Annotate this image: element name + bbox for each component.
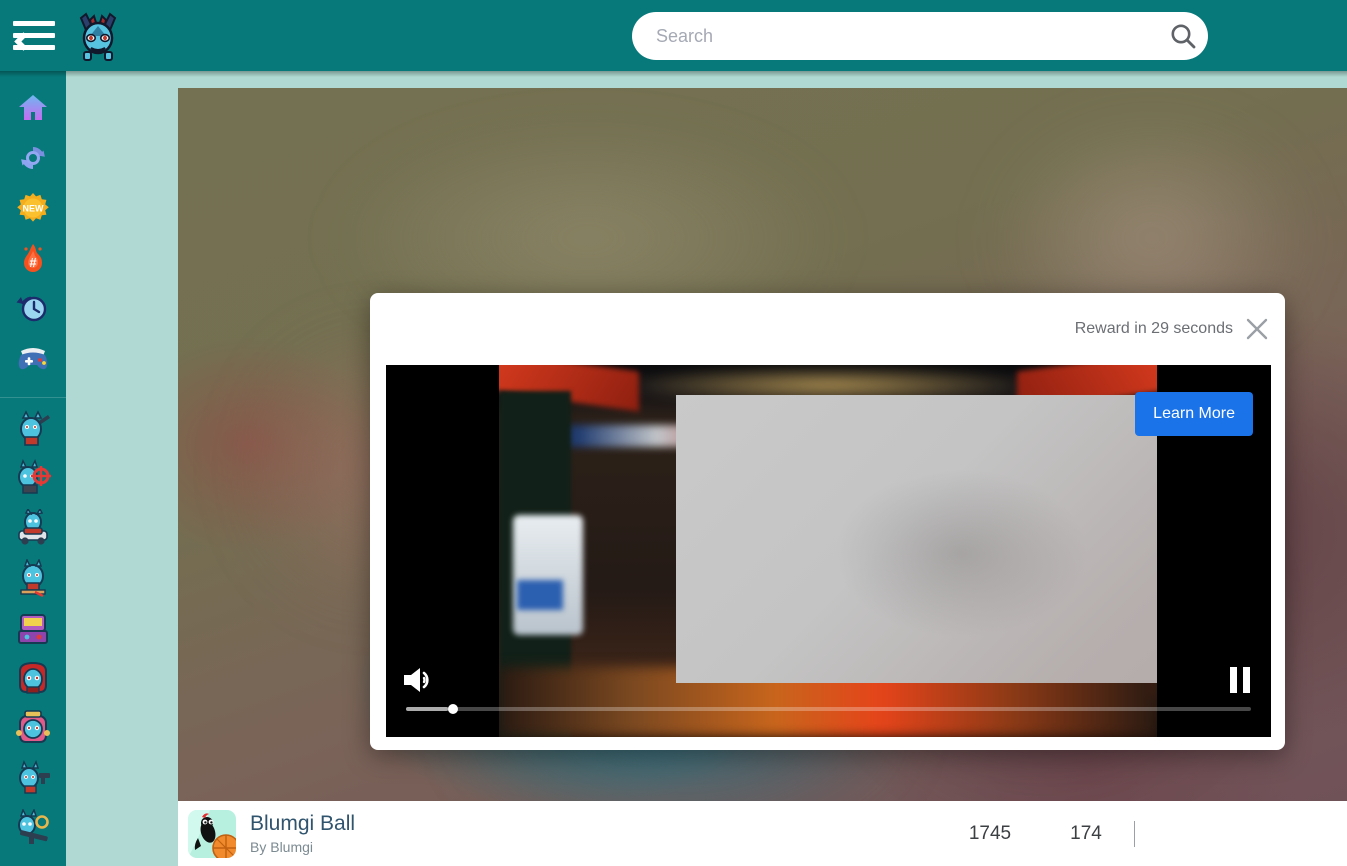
ad-modal: Reward in 29 seconds Learn More [370, 293, 1285, 750]
game-title[interactable]: Blumgi Ball [250, 812, 355, 836]
game-thumb-2[interactable] [0, 454, 66, 504]
plays-count: 1745 [968, 822, 1012, 844]
close-icon[interactable] [1243, 315, 1271, 343]
blurred-content-overlay [676, 395, 1157, 683]
pause-icon[interactable] [1223, 663, 1257, 697]
stats-divider [1134, 820, 1135, 847]
video-progress-bar[interactable] [406, 704, 1251, 714]
sidebar-item-all-games[interactable] [0, 335, 66, 385]
new-badge-icon: NEW [16, 191, 50, 230]
clock-history-icon [16, 291, 50, 330]
search-input[interactable] [656, 14, 1158, 58]
search-bar[interactable] [632, 12, 1208, 60]
video-progress-handle[interactable] [448, 704, 459, 714]
game-thumb-9[interactable] [0, 804, 66, 854]
blumgi-ball-thumb[interactable] [188, 809, 236, 858]
likes-count: 174 [1070, 822, 1102, 844]
video-progress-fill [406, 707, 449, 711]
svg-text:NEW: NEW [23, 203, 45, 213]
game-thumb-3[interactable] [0, 504, 66, 554]
game-thumb-8[interactable] [0, 754, 66, 804]
flame-hash-icon: # [16, 241, 50, 280]
sidebar-divider [0, 397, 66, 398]
sidebar-item-updated[interactable] [0, 135, 66, 185]
svg-text:#: # [29, 255, 37, 270]
sidebar-item-trending[interactable]: # [0, 235, 66, 285]
app-root: NEW # [0, 0, 1347, 866]
ad-video-frame [499, 365, 1157, 737]
top-header [0, 0, 1347, 71]
hamburger-back-icon[interactable] [6, 8, 62, 64]
header-shadow [0, 71, 1347, 77]
volume-on-icon[interactable] [400, 663, 440, 697]
game-info-bar: Blumgi Ball By Blumgi 1745 174 [178, 801, 1347, 866]
ad-modal-header: Reward in 29 seconds [370, 293, 1285, 365]
game-thumb-4[interactable] [0, 554, 66, 604]
left-sidebar: NEW # [0, 71, 66, 866]
sidebar-item-home[interactable] [0, 85, 66, 135]
ad-video-player[interactable]: Learn More [386, 365, 1271, 737]
game-thumb-7[interactable] [0, 704, 66, 754]
gamepad-icon [15, 341, 51, 380]
game-author: By Blumgi [250, 839, 314, 855]
reward-countdown-label: Reward in 29 seconds [1074, 320, 1233, 337]
page-body: Reward in 29 seconds Learn More Blumgi B… [66, 77, 1347, 866]
sidebar-item-new[interactable]: NEW [0, 185, 66, 235]
search-icon[interactable] [1158, 21, 1208, 51]
learn-more-button[interactable]: Learn More [1135, 392, 1253, 436]
blumgi-dragon-logo[interactable] [70, 8, 126, 64]
game-thumb-1[interactable] [0, 404, 66, 454]
home-icon [16, 91, 50, 130]
game-thumb-6[interactable] [0, 654, 66, 704]
sidebar-item-recent[interactable] [0, 285, 66, 335]
game-thumb-5[interactable] [0, 604, 66, 654]
refresh-icon [16, 141, 50, 180]
game-info-text: Blumgi Ball By Blumgi [250, 812, 355, 855]
game-stats: 1745 174 [942, 820, 1347, 847]
